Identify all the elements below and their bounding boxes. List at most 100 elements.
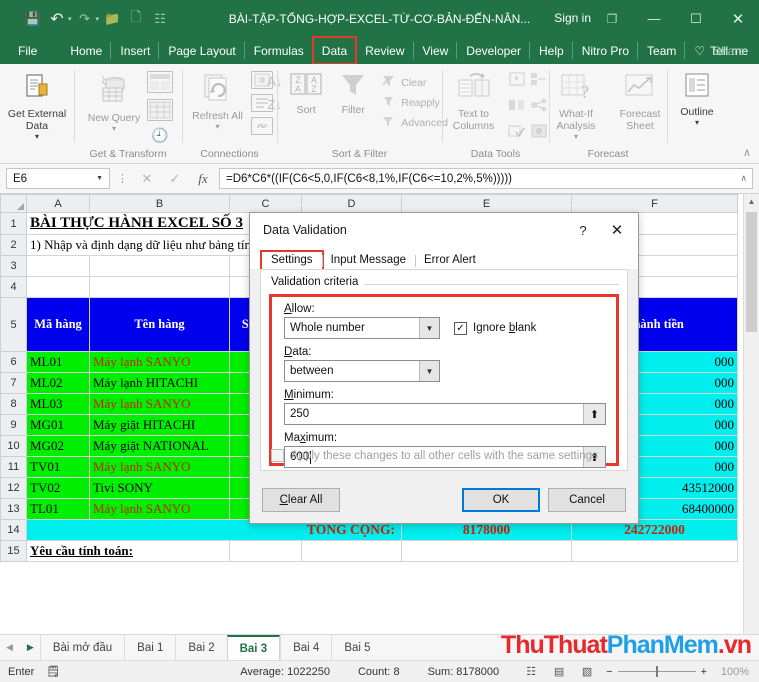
text-to-columns-button[interactable]: Text to Columns bbox=[443, 68, 505, 132]
redo-dropdown-icon[interactable]: ▾ bbox=[96, 15, 100, 23]
ignore-blank-checkbox[interactable]: ✓ bbox=[454, 322, 467, 335]
zoom-track[interactable] bbox=[618, 671, 696, 672]
cell-b3[interactable] bbox=[90, 256, 230, 277]
cell-b8[interactable]: Máy lạnh SANYO bbox=[90, 394, 230, 415]
save-icon[interactable]: 💾 bbox=[22, 8, 44, 30]
cell-b11[interactable]: Máy lạnh SANYO bbox=[90, 457, 230, 478]
cell-b6[interactable]: Máy lạnh SANYO bbox=[90, 352, 230, 373]
row-header[interactable]: 2 bbox=[1, 235, 27, 256]
filter-button[interactable]: Filter bbox=[330, 68, 376, 116]
zoom-out-button[interactable]: − bbox=[606, 666, 612, 678]
dialog-tab-input-message[interactable]: Input Message bbox=[322, 252, 415, 269]
data-validation-icon[interactable] bbox=[507, 123, 527, 144]
zoom-level-label[interactable]: 100% bbox=[717, 666, 749, 678]
row-header[interactable]: 1 bbox=[1, 213, 27, 235]
collapse-ribbon-icon[interactable]: ∧ bbox=[743, 146, 751, 159]
clear-filter-button[interactable]: Clear bbox=[378, 74, 452, 91]
tab-review[interactable]: Review bbox=[356, 37, 413, 64]
sheet-tab-bai-2[interactable]: Bai 2 bbox=[175, 635, 226, 660]
row-header[interactable]: 10 bbox=[1, 436, 27, 457]
sheet-tab-bai-4[interactable]: Bai 4 bbox=[280, 635, 331, 660]
zoom-knob[interactable] bbox=[656, 666, 658, 677]
sort-descending-icon[interactable]: Z↓ bbox=[267, 97, 281, 112]
forecast-sheet-button[interactable]: Forecast Sheet bbox=[609, 68, 671, 132]
share-button[interactable]: Share bbox=[713, 37, 745, 64]
tab-formulas[interactable]: Formulas bbox=[245, 37, 313, 64]
sign-in-button[interactable]: Sign in bbox=[554, 11, 591, 25]
reapply-filter-button[interactable]: Reapply bbox=[378, 94, 452, 111]
apply-all-checkbox[interactable] bbox=[271, 449, 284, 462]
undo-icon[interactable]: ↶ bbox=[46, 8, 68, 30]
row-header[interactable]: 12 bbox=[1, 478, 27, 499]
name-box[interactable]: E6 ▼ bbox=[6, 168, 110, 189]
help-icon[interactable]: ? bbox=[566, 215, 600, 245]
page-layout-view-icon[interactable]: ▤ bbox=[550, 664, 568, 680]
cell-f15[interactable] bbox=[572, 541, 738, 562]
column-header-f[interactable]: F bbox=[572, 195, 738, 213]
normal-view-icon[interactable]: ☷ bbox=[522, 664, 540, 680]
row-header[interactable]: 3 bbox=[1, 256, 27, 277]
formula-input[interactable]: =D6*C6*((IF(C6<5,0,IF(C6<8,1%,IF(C6<=10,… bbox=[219, 168, 753, 189]
tab-developer[interactable]: Developer bbox=[457, 37, 530, 64]
tab-page-layout[interactable]: Page Layout bbox=[159, 37, 244, 64]
dialog-tab-settings[interactable]: Settings bbox=[262, 252, 322, 269]
tab-insert[interactable]: Insert bbox=[111, 37, 159, 64]
chevron-down-icon[interactable]: ▼ bbox=[96, 175, 103, 182]
cell-a11[interactable]: TV01 bbox=[27, 457, 90, 478]
ok-button[interactable]: OK bbox=[462, 488, 540, 512]
cell-a6[interactable]: ML01 bbox=[27, 352, 90, 373]
cell-c15[interactable] bbox=[230, 541, 302, 562]
select-all-corner[interactable] bbox=[1, 195, 27, 213]
collapse-dialog-icon[interactable]: ⬆ bbox=[583, 404, 605, 424]
vertical-scrollbar[interactable]: ▲ bbox=[743, 194, 759, 634]
clear-all-button[interactable]: Clear All bbox=[262, 488, 340, 512]
column-header-a[interactable]: A bbox=[27, 195, 90, 213]
close-icon[interactable]: ✕ bbox=[600, 215, 634, 245]
row-header[interactable]: 9 bbox=[1, 415, 27, 436]
minimize-icon[interactable]: — bbox=[633, 0, 675, 37]
cell-b9[interactable]: Máy giặt HITACHI bbox=[90, 415, 230, 436]
column-header-e[interactable]: E bbox=[402, 195, 572, 213]
cell-b7[interactable]: Máy lạnh HITACHI bbox=[90, 373, 230, 394]
close-icon[interactable]: ✕ bbox=[717, 0, 759, 37]
row-header[interactable]: 15 bbox=[1, 541, 27, 562]
remove-duplicates-icon[interactable] bbox=[507, 97, 527, 118]
cell-a13[interactable]: TL01 bbox=[27, 499, 90, 520]
row-header[interactable]: 4 bbox=[1, 277, 27, 298]
maximize-icon[interactable]: ☐ bbox=[675, 0, 717, 37]
zoom-in-button[interactable]: + bbox=[701, 666, 707, 678]
refresh-all-button[interactable]: Refresh All ▾ bbox=[187, 68, 249, 131]
redo-icon[interactable]: ↷ bbox=[74, 8, 96, 30]
sheet-tab-bai-1[interactable]: Bai 1 bbox=[124, 635, 175, 660]
cell-a4[interactable] bbox=[27, 277, 90, 298]
show-queries-icon[interactable] bbox=[147, 71, 173, 93]
ribbon-display-options-icon[interactable]: ❐ bbox=[591, 0, 633, 37]
cell-a3[interactable] bbox=[27, 256, 90, 277]
recent-sources-icon[interactable]: 🕘 bbox=[147, 127, 173, 144]
chevron-down-icon[interactable]: ▼ bbox=[419, 361, 439, 381]
tab-view[interactable]: View bbox=[414, 37, 458, 64]
sort-ascending-icon[interactable]: A↓ bbox=[267, 74, 282, 89]
cell-b13[interactable]: Máy lạnh SANYO bbox=[90, 499, 230, 520]
cell-b4[interactable] bbox=[90, 277, 230, 298]
from-table-icon[interactable] bbox=[147, 99, 173, 121]
cell-a9[interactable]: MG01 bbox=[27, 415, 90, 436]
zoom-slider[interactable]: − + bbox=[606, 666, 707, 678]
data-validation-dialog[interactable]: Data Validation ? ✕ Settings Input Messa… bbox=[249, 212, 639, 524]
cell-b12[interactable]: Tivi SONY bbox=[90, 478, 230, 499]
sheet-tab-bai-3[interactable]: Bai 3 bbox=[227, 635, 281, 660]
data-dropdown[interactable]: between ▼ bbox=[284, 360, 440, 382]
cell-a7[interactable]: ML02 bbox=[27, 373, 90, 394]
scroll-up-icon[interactable]: ▲ bbox=[744, 194, 759, 210]
undo-dropdown-icon[interactable]: ▾ bbox=[68, 15, 72, 23]
advanced-filter-button[interactable]: Advanced bbox=[378, 114, 452, 131]
new-query-button[interactable]: New Query ▾ bbox=[83, 68, 145, 133]
ignore-blank-checkbox-row[interactable]: ✓ Ignore blank bbox=[454, 322, 536, 335]
allow-dropdown[interactable]: Whole number ▼ bbox=[284, 317, 440, 339]
row-header[interactable]: 13 bbox=[1, 499, 27, 520]
sheet-tab-bai-mo-dau[interactable]: Bài mở đầu bbox=[40, 635, 124, 660]
cell-b10[interactable]: Máy giặt NATIONAL bbox=[90, 436, 230, 457]
cell-a8[interactable]: ML03 bbox=[27, 394, 90, 415]
cell-b5[interactable]: Tên hàng bbox=[90, 298, 230, 352]
column-header-d[interactable]: D bbox=[302, 195, 402, 213]
